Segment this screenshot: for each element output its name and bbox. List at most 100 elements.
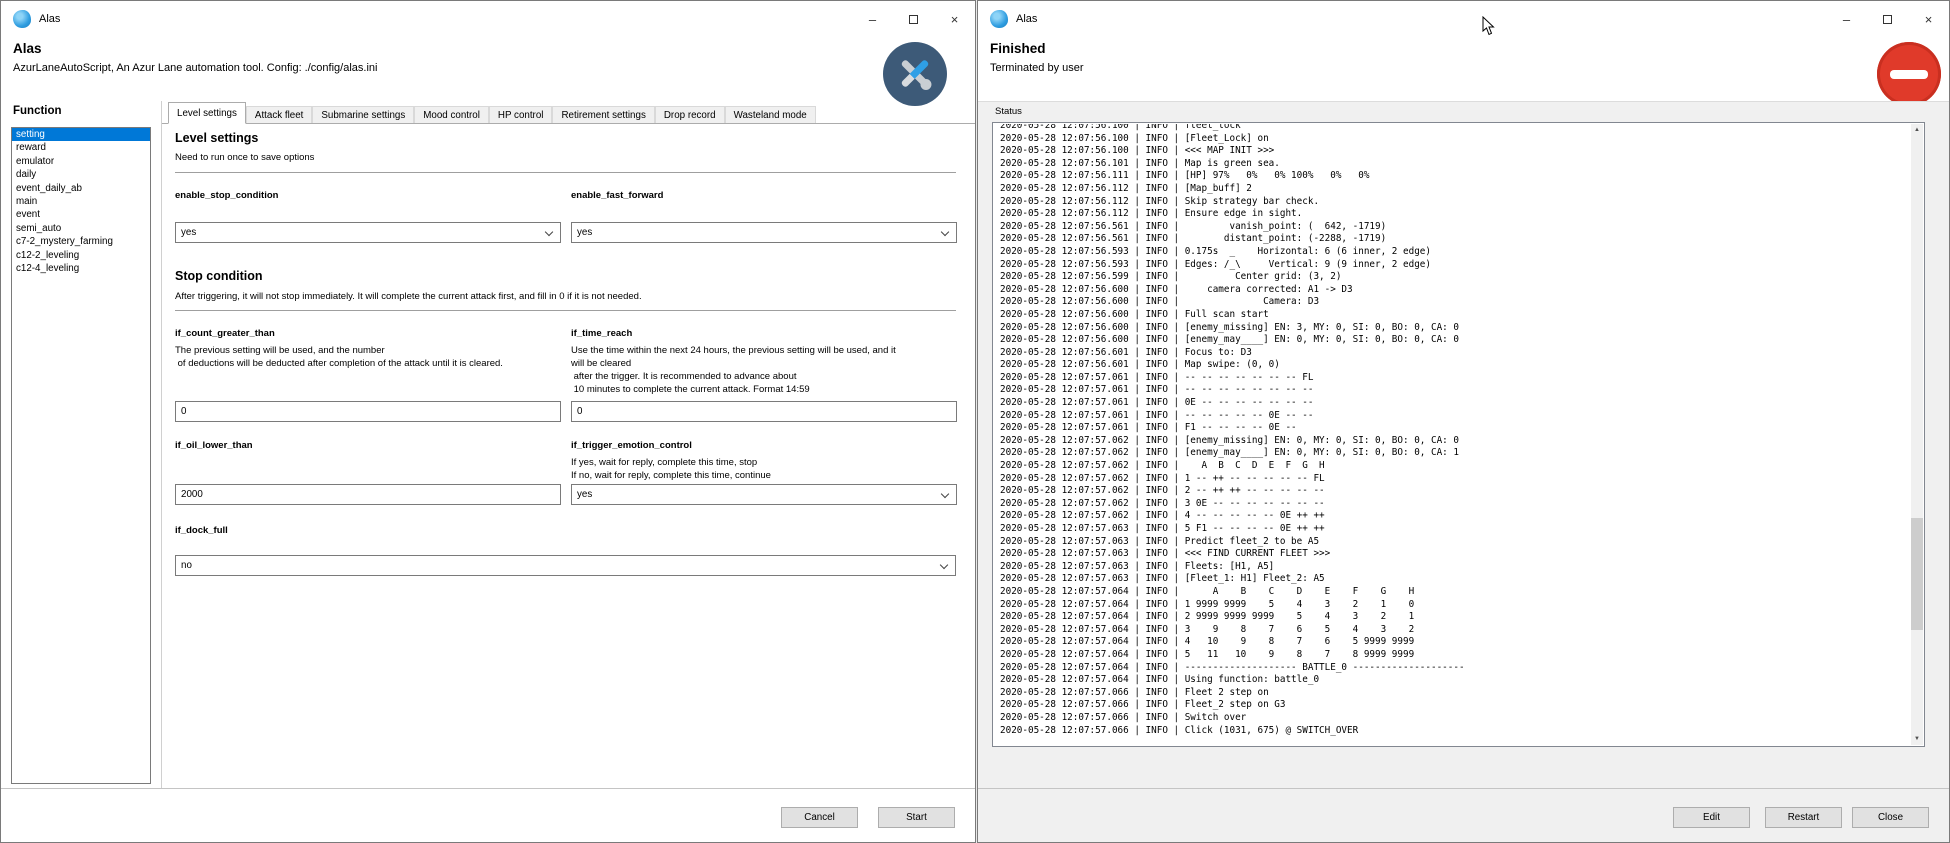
enable-fast-forward-select[interactable]: yes [571,222,957,243]
divider [175,310,956,311]
log-line: 2020-05-28 12:07:56.593 | INFO | 0.175s … [1000,246,1910,259]
scrollbar-thumb[interactable] [1911,518,1923,630]
window-title: Alas [1016,13,1037,25]
minimize-icon: – [1843,12,1850,27]
log-line: 2020-05-28 12:07:57.064 | INFO | 2 9999 … [1000,611,1910,624]
log-line: 2020-05-28 12:07:57.064 | INFO | Using f… [1000,674,1910,687]
minimize-button[interactable]: – [852,1,893,38]
log-line: 2020-05-28 12:07:57.061 | INFO | -- -- -… [1000,372,1910,385]
log-line: 2020-05-28 12:07:57.066 | INFO | Switch … [1000,712,1910,725]
titlebar: Alas – × [978,1,1949,38]
status-label: Status [995,106,1022,117]
log-line: 2020-05-28 12:07:57.064 | INFO | -------… [1000,662,1910,675]
tab-hp-control[interactable]: HP control [489,106,553,124]
if-dock-full-select[interactable]: no [175,555,956,576]
log-line: 2020-05-28 12:07:57.062 | INFO | 3 0E --… [1000,498,1910,511]
log-line: 2020-05-28 12:07:57.063 | INFO | Predict… [1000,536,1910,549]
tab-attack-fleet[interactable]: Attack fleet [246,106,312,124]
tab-level-settings[interactable]: Level settings [168,102,246,124]
page-subtitle: AzurLaneAutoScript, An Azur Lane automat… [13,62,377,74]
log-line: 2020-05-28 12:07:57.064 | INFO | 3 9 8 7… [1000,624,1910,637]
if-trigger-emotion-control-help: If yes, wait for reply, complete this ti… [571,456,771,482]
log-line: 2020-05-28 12:07:57.062 | INFO | A B C D… [1000,460,1910,473]
enable-stop-condition-select[interactable]: yes [175,222,561,243]
tab-wasteland-mode[interactable]: Wasteland mode [725,106,816,124]
log-line: 2020-05-28 12:07:56.600 | INFO | [enemy_… [1000,322,1910,335]
maximize-button[interactable] [893,1,934,38]
function-panel-label: Function [13,105,62,117]
sidebar-divider [161,101,162,788]
log-line: 2020-05-28 12:07:57.064 | INFO | 5 11 10… [1000,649,1910,662]
function-item-event_daily_ab[interactable]: event_daily_ab [12,182,150,195]
log-line: 2020-05-28 12:07:57.061 | INFO | -- -- -… [1000,410,1910,423]
close-icon: × [951,12,959,27]
close-button[interactable]: × [934,1,975,38]
log-scrollbar[interactable]: ▲ ▼ [1911,124,1923,745]
tab-retirement-settings[interactable]: Retirement settings [552,106,654,124]
close-button[interactable]: × [1908,1,1949,38]
log-line: 2020-05-28 12:07:57.061 | INFO | F1 -- -… [1000,422,1910,435]
function-item-setting[interactable]: setting [12,128,150,141]
tools-icon [883,42,947,106]
function-list[interactable]: settingrewardemulatordailyevent_daily_ab… [11,127,151,784]
enable-stop-condition-value: yes [181,227,196,238]
function-item-c12-4_leveling[interactable]: c12-4_leveling [12,262,150,275]
function-item-main[interactable]: main [12,195,150,208]
log-line: 2020-05-28 12:07:57.064 | INFO | 4 10 9 … [1000,636,1910,649]
section-desc-stop-condition: After triggering, it will not stop immed… [175,291,642,302]
start-button[interactable]: Start [878,807,955,828]
log-line: 2020-05-28 12:07:57.063 | INFO | [Fleet_… [1000,573,1910,586]
function-item-emulator[interactable]: emulator [12,155,150,168]
function-item-daily[interactable]: daily [12,168,150,181]
section-title-level-settings: Level settings [175,131,258,145]
close-icon: × [1925,12,1933,27]
if-time-reach-input[interactable]: 0 [571,401,957,422]
log-line: 2020-05-28 12:07:56.600 | INFO | Camera:… [1000,296,1910,309]
minimize-icon: – [869,12,876,27]
divider [175,172,956,173]
log-line: 2020-05-28 12:07:57.063 | INFO | <<< FIN… [1000,548,1910,561]
function-item-c12-2_leveling[interactable]: c12-2_leveling [12,249,150,262]
function-item-c7-2_mystery_farming[interactable]: c7-2_mystery_farming [12,235,150,248]
scroll-down-icon[interactable]: ▼ [1911,733,1923,745]
tab-mood-control[interactable]: Mood control [414,106,489,124]
stop-sign-icon [1877,42,1941,106]
if-count-greater-than-help: The previous setting will be used, and t… [175,344,503,370]
if-time-reach-help: Use the time within the next 24 hours, t… [571,344,896,396]
enable-fast-forward-value: yes [577,227,592,238]
function-item-semi_auto[interactable]: semi_auto [12,222,150,235]
log-line: 2020-05-28 12:07:56.100 | INFO | <<< MAP… [1000,145,1910,158]
maximize-icon [909,15,918,24]
status-title: Finished [990,41,1046,56]
edit-button[interactable]: Edit [1673,807,1750,828]
if-oil-lower-than-input[interactable]: 2000 [175,484,561,505]
log-line: 2020-05-28 12:07:57.062 | INFO | [enemy_… [1000,435,1910,448]
maximize-button[interactable] [1867,1,1908,38]
log-line: 2020-05-28 12:07:57.062 | INFO | [enemy_… [1000,447,1910,460]
log-line: 2020-05-28 12:07:57.061 | INFO | 0E -- -… [1000,397,1910,410]
log-line: 2020-05-28 12:07:56.593 | INFO | Edges: … [1000,259,1910,272]
log-line: 2020-05-28 12:07:57.062 | INFO | 1 -- ++… [1000,473,1910,486]
settings-tabstrip: Level settingsAttack fleetSubmarine sett… [168,102,816,124]
cancel-button[interactable]: Cancel [781,807,858,828]
close-action-button[interactable]: Close [1852,807,1929,828]
log-line: 2020-05-28 12:07:56.561 | INFO | distant… [1000,233,1910,246]
tab-submarine-settings[interactable]: Submarine settings [312,106,414,124]
log-viewport[interactable]: 2020-05-28 12:07:56.100 | INFO | fleet_l… [994,124,1910,745]
footer-divider [978,788,1949,789]
enable-fast-forward-label: enable_fast_forward [571,190,663,201]
if-trigger-emotion-control-select[interactable]: yes [571,484,957,505]
restart-button[interactable]: Restart [1765,807,1842,828]
log-line: 2020-05-28 12:07:57.063 | INFO | Fleets:… [1000,561,1910,574]
log-line: 2020-05-28 12:07:57.061 | INFO | -- -- -… [1000,384,1910,397]
scroll-up-icon[interactable]: ▲ [1911,124,1923,136]
function-item-reward[interactable]: reward [12,141,150,154]
minimize-button[interactable]: – [1826,1,1867,38]
footer-divider [1,788,975,789]
if-count-greater-than-input[interactable]: 0 [175,401,561,422]
if-oil-lower-than-label: if_oil_lower_than [175,440,253,451]
log-line: 2020-05-28 12:07:56.100 | INFO | [Fleet_… [1000,133,1910,146]
log-line: 2020-05-28 12:07:57.062 | INFO | 4 -- --… [1000,510,1910,523]
tab-drop-record[interactable]: Drop record [655,106,725,124]
function-item-event[interactable]: event [12,208,150,221]
